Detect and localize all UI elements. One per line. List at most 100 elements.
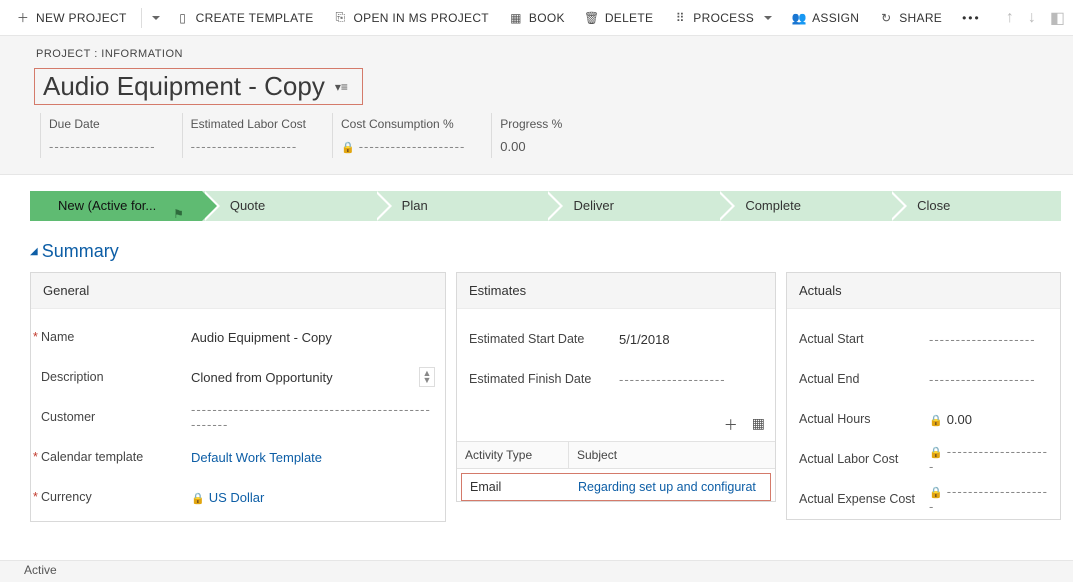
book-label: BOOK — [529, 11, 565, 25]
description-label: Description — [41, 370, 191, 384]
cost-consumption-value: -------------------- — [359, 139, 466, 154]
document-icon: ▯ — [176, 11, 190, 25]
add-activity-button[interactable]: ＋ — [724, 415, 738, 435]
assign-label: ASSIGN — [812, 11, 859, 25]
lock-icon: 🔒 — [929, 447, 943, 459]
new-project-button[interactable]: ＋ NEW PROJECT — [8, 7, 135, 29]
cost-consumption-label: Cost Consumption % — [341, 117, 465, 131]
record-title-box[interactable]: Audio Equipment - Copy ▾≡ — [34, 68, 363, 105]
stage-new[interactable]: New (Active for... ⚑ — [30, 191, 202, 221]
more-button[interactable]: ••• — [954, 7, 989, 29]
description-value[interactable]: Cloned from Opportunity — [191, 370, 419, 385]
general-card: General Name Audio Equipment - Copy Desc… — [30, 272, 446, 522]
name-label: Name — [41, 330, 191, 344]
process-button[interactable]: ⠿ PROCESS — [665, 7, 780, 29]
chevron-down-icon — [152, 16, 160, 24]
lock-icon: 🔒 — [929, 415, 943, 427]
est-labor-label: Estimated Labor Cost — [191, 117, 306, 131]
share-button[interactable]: ↻ SHARE — [871, 7, 950, 29]
stage-deliver-label: Deliver — [573, 198, 613, 213]
est-finish-value[interactable]: -------------------- — [619, 372, 763, 387]
actuals-heading: Actuals — [787, 273, 1060, 309]
name-value[interactable]: Audio Equipment - Copy — [191, 330, 435, 345]
process-label: PROCESS — [693, 11, 754, 25]
lock-icon: 🔒 — [341, 142, 355, 154]
delete-label: DELETE — [605, 11, 653, 25]
activity-row[interactable]: Email Regarding set up and configurat — [461, 473, 771, 501]
stage-deliver[interactable]: Deliver — [545, 191, 717, 221]
col-subject[interactable]: Subject — [569, 442, 775, 468]
calendar-icon: ▦ — [509, 11, 523, 25]
book-button[interactable]: ▦ BOOK — [501, 7, 573, 29]
record-title: Audio Equipment - Copy — [43, 71, 325, 102]
actuals-card: Actuals Actual Start -------------------… — [786, 272, 1061, 520]
customer-value[interactable]: ----------------------------------------… — [191, 402, 435, 432]
actual-end-label: Actual End — [799, 372, 929, 386]
down-arrow-icon[interactable]: ↓ — [1028, 9, 1036, 27]
activity-subject-cell: Regarding set up and configurat — [574, 474, 770, 500]
share-icon: ↻ — [879, 11, 893, 25]
create-template-label: CREATE TEMPLATE — [196, 11, 314, 25]
est-labor-value[interactable]: -------------------- — [191, 139, 306, 154]
status-text: Active — [24, 563, 57, 577]
progress-value[interactable]: 0.00 — [500, 139, 562, 154]
record-header: PROJECT : INFORMATION Audio Equipment - … — [0, 36, 1073, 175]
currency-label: Currency — [41, 490, 191, 504]
grid-view-button[interactable]: ▦ — [752, 415, 765, 435]
create-template-button[interactable]: ▯ CREATE TEMPLATE — [168, 7, 322, 29]
record-title-menu-icon[interactable]: ▾≡ — [335, 80, 348, 94]
stage-plan[interactable]: Plan — [374, 191, 546, 221]
actual-start-value[interactable]: -------------------- — [929, 332, 1048, 347]
spinner-down-icon: ▼ — [423, 377, 432, 384]
description-spinner[interactable]: ▲▼ — [419, 367, 435, 387]
calendar-value[interactable]: Default Work Template — [191, 450, 435, 465]
status-bar: Active — [0, 560, 1073, 582]
flag-icon: ⚑ — [173, 199, 184, 229]
actual-hours-value[interactable]: 🔒0.00 — [929, 412, 1048, 427]
actual-expense-value[interactable]: 🔒-------------------- — [929, 484, 1048, 514]
open-ms-project-label: OPEN IN MS PROJECT — [354, 11, 489, 25]
assign-icon: 👥 — [792, 11, 806, 25]
lock-icon: 🔒 — [191, 493, 205, 505]
actual-expense-label: Actual Expense Cost — [799, 492, 929, 507]
actual-end-value[interactable]: -------------------- — [929, 372, 1048, 387]
stage-close[interactable]: Close — [889, 191, 1061, 221]
top-toolbar: ＋ NEW PROJECT ▯ CREATE TEMPLATE ⎘ OPEN I… — [0, 0, 1073, 36]
currency-value[interactable]: 🔒US Dollar — [191, 490, 435, 505]
progress-label: Progress % — [500, 117, 562, 131]
open-ms-project-button[interactable]: ⎘ OPEN IN MS PROJECT — [326, 7, 497, 29]
est-start-value[interactable]: 5/1/2018 — [619, 332, 763, 347]
col-activity-type[interactable]: Activity Type — [457, 442, 569, 468]
stage-quote[interactable]: Quote — [202, 191, 374, 221]
new-project-split-button[interactable] — [148, 10, 164, 26]
stage-complete-label: Complete — [745, 198, 801, 213]
breadcrumb: PROJECT : INFORMATION — [34, 44, 1053, 68]
actual-start-label: Actual Start — [799, 332, 929, 346]
summary-cards: General Name Audio Equipment - Copy Desc… — [30, 272, 1061, 522]
stage-new-label: New (Active for... — [58, 198, 156, 213]
stage-close-label: Close — [917, 198, 950, 213]
stage-plan-label: Plan — [402, 198, 428, 213]
share-label: SHARE — [899, 11, 942, 25]
section-summary-label: Summary — [42, 241, 119, 262]
external-icon: ⎘ — [334, 11, 348, 25]
activity-grid-header: Activity Type Subject — [457, 441, 775, 469]
estimates-card: Estimates Estimated Start Date 5/1/2018 … — [456, 272, 776, 502]
est-start-label: Estimated Start Date — [469, 332, 619, 346]
assign-button[interactable]: 👥 ASSIGN — [784, 7, 867, 29]
up-arrow-icon[interactable]: ↑ — [1006, 9, 1014, 27]
actual-labor-label: Actual Labor Cost — [799, 452, 929, 466]
actual-labor-value[interactable]: 🔒-------------------- — [929, 444, 1048, 474]
activity-type-cell: Email — [462, 474, 574, 500]
panel-icon[interactable]: ◧ — [1050, 8, 1065, 28]
due-date-value[interactable]: -------------------- — [49, 139, 156, 154]
process-icon: ⠿ — [673, 11, 687, 25]
section-summary-toggle[interactable]: ◢ Summary — [30, 241, 1061, 262]
collapse-icon: ◢ — [30, 246, 38, 257]
stage-quote-label: Quote — [230, 198, 265, 213]
delete-button[interactable]: 🗑 DELETE — [577, 7, 661, 29]
new-project-label: NEW PROJECT — [36, 11, 127, 25]
toolbar-divider — [141, 8, 142, 28]
stage-complete[interactable]: Complete — [717, 191, 889, 221]
est-finish-label: Estimated Finish Date — [469, 372, 619, 386]
